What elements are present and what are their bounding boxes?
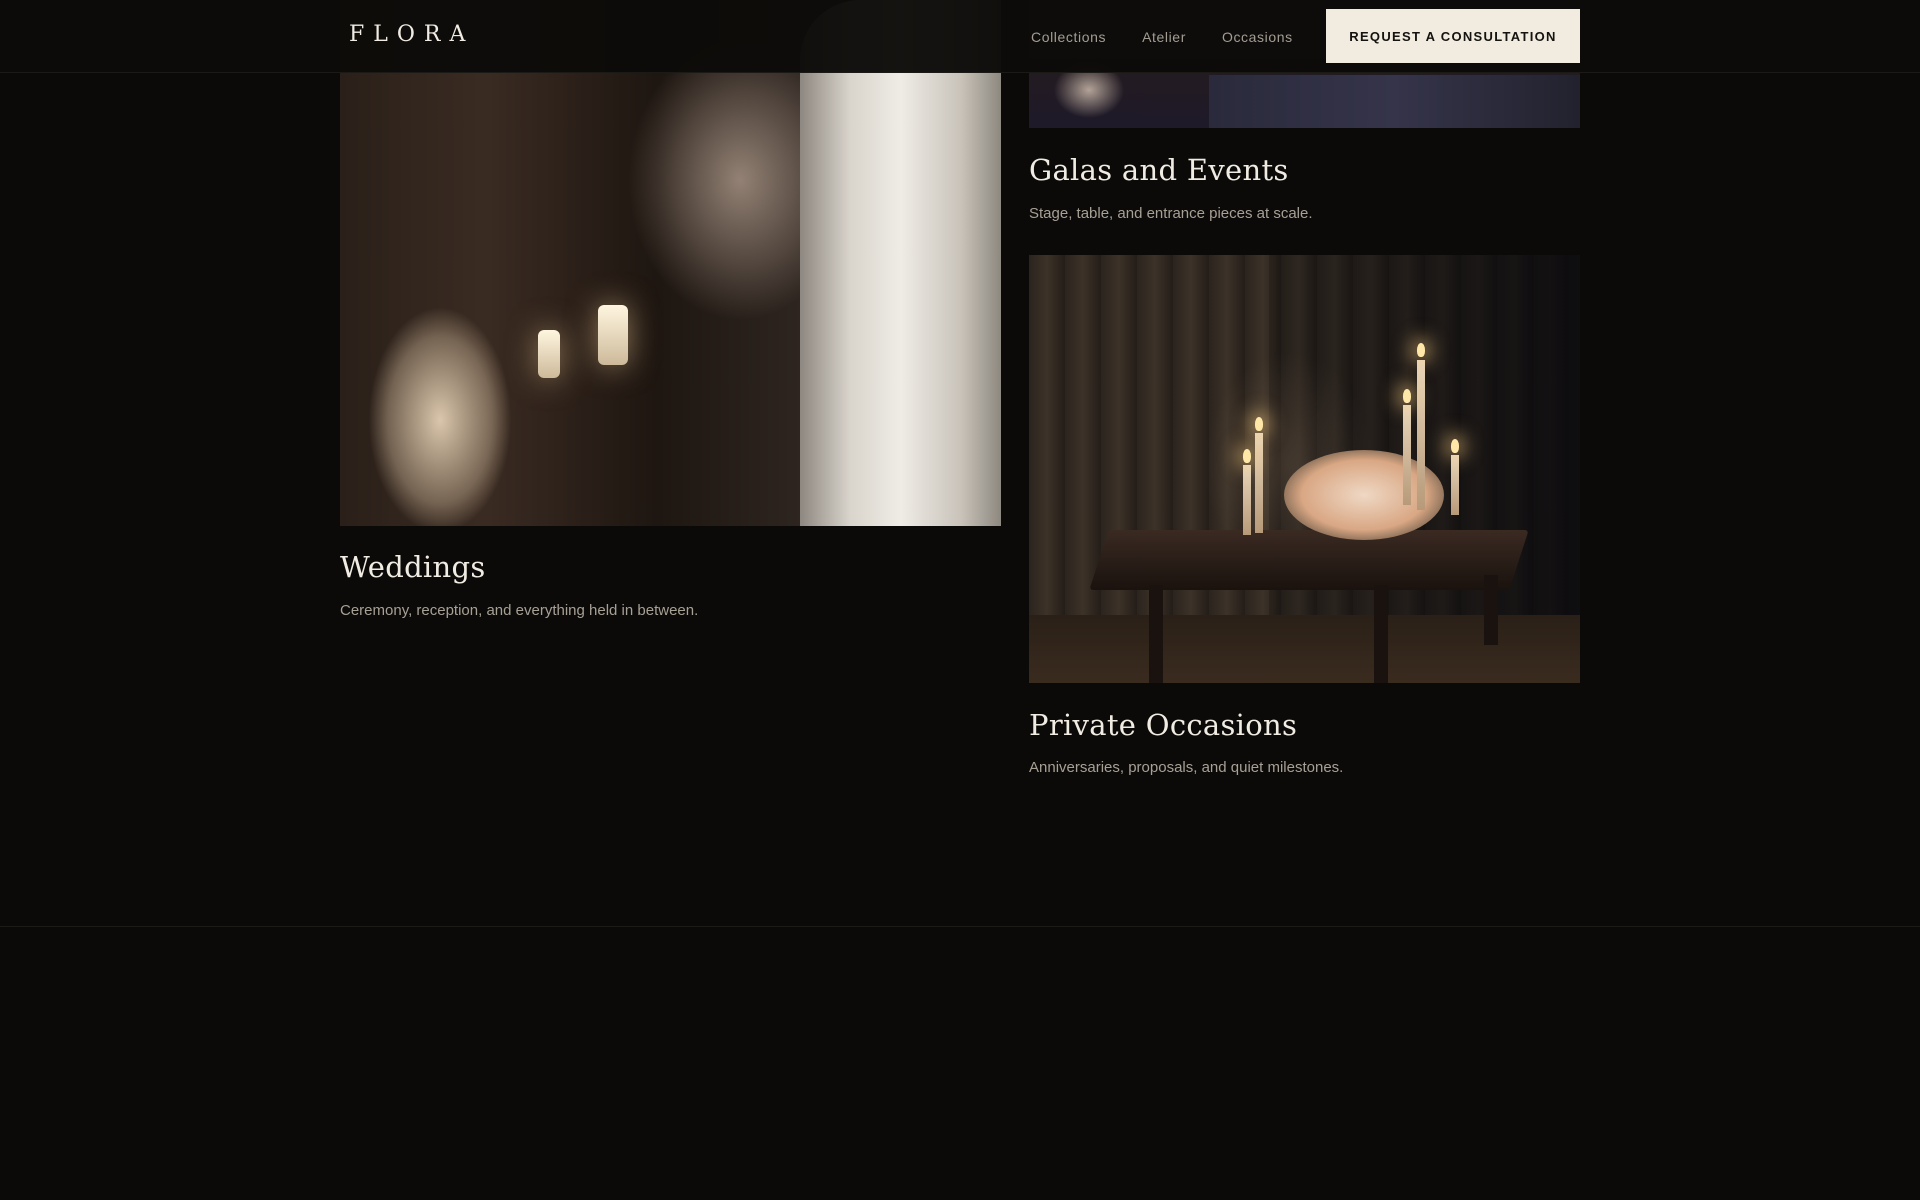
table-linen-shape: [1209, 75, 1580, 128]
private-occasions-title[interactable]: Private Occasions: [1029, 708, 1297, 742]
galas-title[interactable]: Galas and Events: [1029, 153, 1289, 187]
flame-shape: [1451, 439, 1459, 453]
weddings-title[interactable]: Weddings: [340, 550, 486, 584]
flame-shape: [1403, 389, 1411, 403]
candle-shape: [1243, 465, 1251, 535]
table-leg-shape: [1149, 585, 1163, 683]
nav-link-occasions[interactable]: Occasions: [1222, 29, 1293, 45]
table-leg-shape: [1484, 575, 1498, 645]
candle-shape: [1403, 405, 1411, 505]
candle-shape: [1417, 360, 1425, 510]
occasions-grid: Weddings Ceremony, reception, and everyt…: [0, 0, 1920, 927]
flame-shape: [1417, 343, 1425, 357]
weddings-image[interactable]: [340, 0, 1001, 526]
flame-shape: [1243, 449, 1251, 463]
table-leg-shape: [1374, 585, 1388, 683]
bridal-gown-shape: [800, 0, 1001, 526]
candle-shape: [1255, 433, 1263, 533]
site-header: FLORA Collections Atelier Occasions REQU…: [0, 0, 1920, 73]
main-nav: Collections Atelier Occasions: [1031, 0, 1293, 73]
private-occasions-description: Anniversaries, proposals, and quiet mile…: [1029, 759, 1344, 776]
nav-link-collections[interactable]: Collections: [1031, 29, 1106, 45]
brand-logo[interactable]: FLORA: [349, 22, 474, 47]
candle-shape: [538, 330, 560, 378]
nav-link-atelier[interactable]: Atelier: [1142, 29, 1186, 45]
tabletop-shape: [1089, 530, 1529, 590]
request-consultation-button[interactable]: REQUEST A CONSULTATION: [1326, 9, 1580, 63]
candle-shape: [1451, 455, 1459, 515]
flame-shape: [1255, 417, 1263, 431]
footer-area: [0, 927, 1920, 1200]
candle-shape: [598, 305, 628, 365]
private-occasions-image[interactable]: [1029, 255, 1580, 683]
galas-description: Stage, table, and entrance pieces at sca…: [1029, 205, 1313, 222]
weddings-description: Ceremony, reception, and everything held…: [340, 602, 699, 619]
